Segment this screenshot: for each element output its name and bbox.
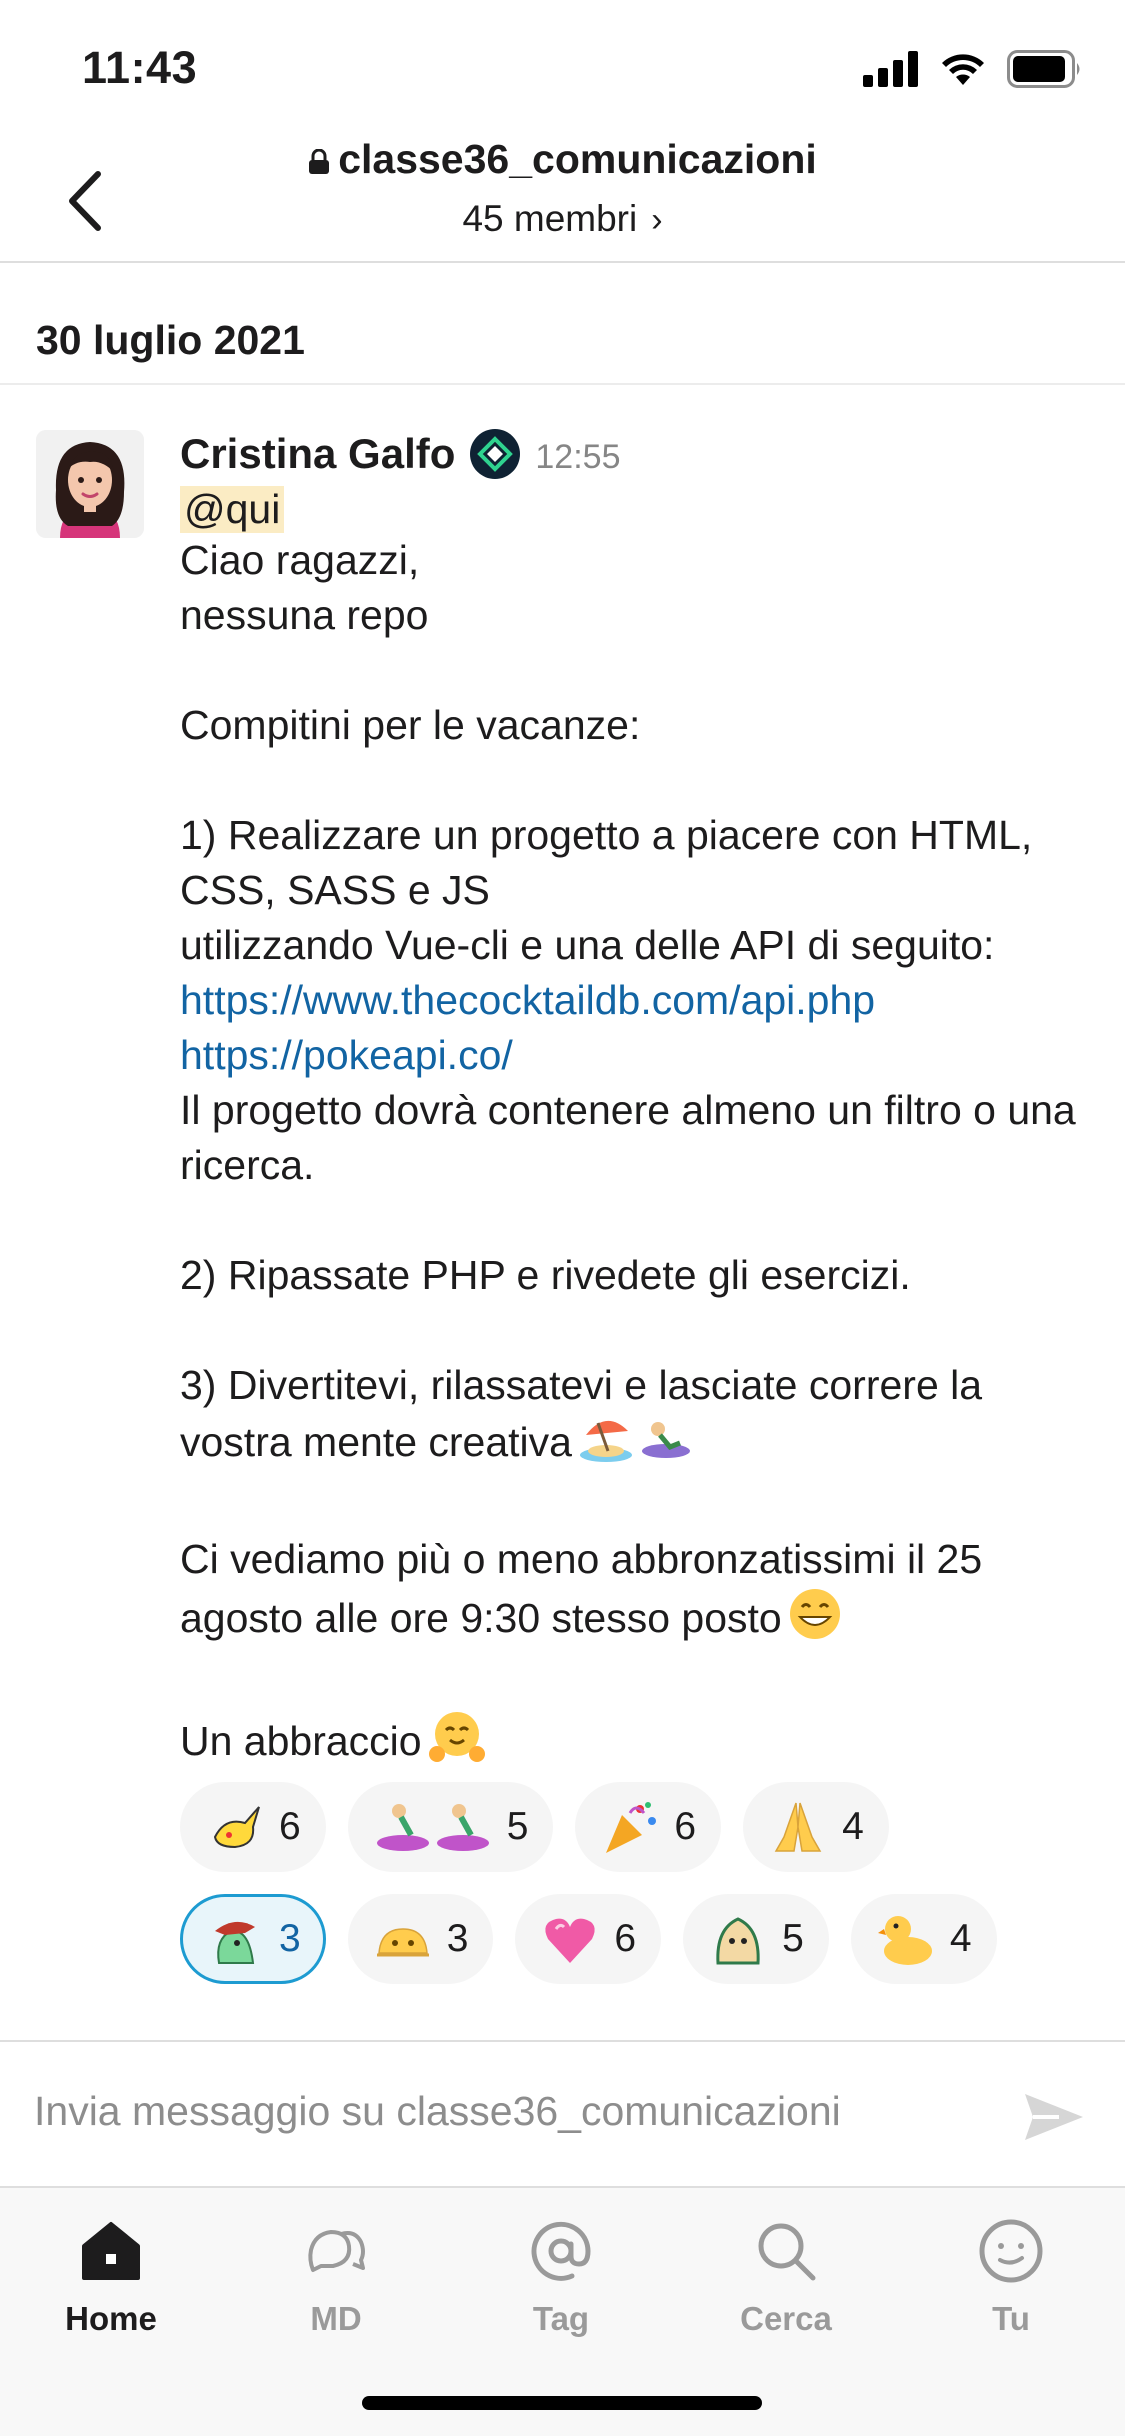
tab-tu-label: Tu: [992, 2300, 1030, 2337]
reaction-count: 5: [782, 1917, 804, 1960]
lock-icon: [309, 149, 330, 175]
message-input[interactable]: Invia messaggio su classe36_comunicazion…: [34, 2088, 841, 2135]
wifi-icon: [942, 54, 984, 85]
message[interactable]: Cristina Galfo 12:55 @qui Ciao ragazzi, …: [180, 424, 1100, 1778]
reaction-blob[interactable]: 5: [683, 1894, 829, 1984]
workspace-badge-icon: [470, 429, 521, 479]
reaction-count: 4: [949, 1917, 972, 1960]
members-link[interactable]: 45 membri ›: [0, 198, 1125, 240]
reaction-count: 6: [614, 1917, 637, 1960]
beach-umbrella-emoji: [578, 1413, 634, 1477]
signal-icon: [863, 51, 918, 87]
message-text-tasks-body: Il progetto dovrà contenere almeno un fi…: [180, 1087, 1076, 1465]
message-composer: Invia messaggio su classe36_comunicazion…: [0, 2040, 1125, 2188]
date-divider: 30 luglio 2021: [0, 263, 1125, 385]
avatar-illustration: [36, 430, 144, 538]
surfer-emoji: [640, 1418, 692, 1473]
channel-name: classe36_comunicazioni: [338, 136, 817, 182]
reaction-count: 6: [279, 1805, 301, 1848]
reaction-count: 5: [506, 1805, 529, 1848]
reaction-duck[interactable]: 4: [850, 1894, 997, 1984]
reaction-count: 3: [279, 1917, 301, 1960]
channel-title[interactable]: classe36_comunicazioni: [0, 136, 1125, 183]
avatar[interactable]: [36, 430, 144, 538]
chevron-right-icon: ›: [651, 201, 663, 239]
reactions-row-2: 3 3 6 5 4: [180, 1894, 1100, 1984]
grinning-emoji: [788, 1587, 842, 1655]
tab-md[interactable]: MD: [241, 2216, 431, 2338]
blob-emoji: [716, 1917, 760, 1965]
melting-face-emoji: [376, 1928, 429, 1957]
reactions-row-1: 6 5 6 4: [180, 1782, 1100, 1872]
status-icons: [863, 50, 1083, 88]
reaction-pray[interactable]: 4: [743, 1782, 889, 1872]
tab-cerca[interactable]: Cerca: [691, 2216, 881, 2338]
mention-here[interactable]: @qui: [180, 486, 285, 533]
send-icon[interactable]: [1019, 2082, 1089, 2152]
link-cocktaildb[interactable]: https://www.thecocktaildb.com/api.php: [180, 973, 1100, 1028]
chat-icon: [308, 2230, 365, 2272]
reaction-count: 3: [446, 1917, 469, 1960]
duck-emoji: [877, 1916, 932, 1965]
reaction-parrot-hat[interactable]: 3: [180, 1894, 326, 1984]
date-label: 30 luglio 2021: [36, 317, 305, 363]
at-icon: [531, 2221, 591, 2281]
home-icon: [82, 2222, 140, 2280]
status-bar: 11:43: [0, 0, 1125, 135]
reaction-pikachu[interactable]: 6: [180, 1782, 326, 1872]
message-text-hug: Un abbraccio: [180, 1655, 1100, 1778]
message-text-intro: Ciao ragazzi, nessuna repo Compitini per…: [180, 537, 1033, 968]
home-indicator[interactable]: [362, 2396, 762, 2410]
folded-hands-emoji: [774, 1802, 822, 1852]
pikachu-emoji: [213, 1806, 260, 1849]
reaction-heart[interactable]: 6: [515, 1894, 662, 1984]
message-header: Cristina Galfo 12:55: [180, 424, 1100, 484]
message-text-meet: Ci vediamo più o meno abbronzatissimi il…: [180, 1477, 1100, 1655]
search-icon: [758, 2223, 816, 2281]
reaction-count: 6: [674, 1805, 697, 1848]
tab-tag[interactable]: Tag: [466, 2216, 656, 2338]
profile-icon: [979, 2219, 1043, 2283]
reactions: 6 5 6 4 3 3 6 5 4: [180, 1782, 1100, 2006]
message-text-hug-body: Un abbraccio: [180, 1717, 422, 1764]
reaction-count: 4: [842, 1805, 864, 1848]
tab-md-label: MD: [310, 2300, 362, 2337]
party-popper-emoji: [606, 1802, 657, 1853]
link-pokeapi[interactable]: https://pokeapi.co/: [180, 1028, 1100, 1083]
battery-icon: [1007, 50, 1080, 88]
tab-cerca-label: Cerca: [740, 2300, 832, 2337]
tab-home-label: Home: [65, 2300, 157, 2337]
tab-bar: Home MD Tag Cerca Tu: [0, 2188, 1125, 2436]
reaction-party[interactable]: 6: [575, 1782, 722, 1872]
channel-header: classe36_comunicazioni 45 membri ›: [0, 120, 1125, 263]
tab-home[interactable]: Home: [16, 2216, 206, 2338]
tab-tu[interactable]: Tu: [916, 2216, 1106, 2338]
reaction-melting[interactable]: 3: [347, 1894, 494, 1984]
members-count: 45 membri: [462, 198, 638, 239]
surfer-emoji: [376, 1804, 489, 1851]
reaction-surfers[interactable]: 5: [347, 1782, 554, 1872]
message-text-meet-body: Ci vediamo più o meno abbronzatissimi il…: [180, 1536, 994, 1641]
parrot-hat-emoji: [215, 1921, 255, 1964]
message-text-tasks: Il progetto dovrà contenere almeno un fi…: [180, 1083, 1100, 1477]
tab-tag-label: Tag: [532, 2300, 590, 2337]
sender-name[interactable]: Cristina Galfo: [180, 430, 455, 478]
status-time: 11:43: [82, 42, 198, 93]
message-time: 12:55: [535, 437, 621, 476]
hugging-face-emoji: [428, 1710, 486, 1778]
heart-emoji: [545, 1918, 596, 1963]
